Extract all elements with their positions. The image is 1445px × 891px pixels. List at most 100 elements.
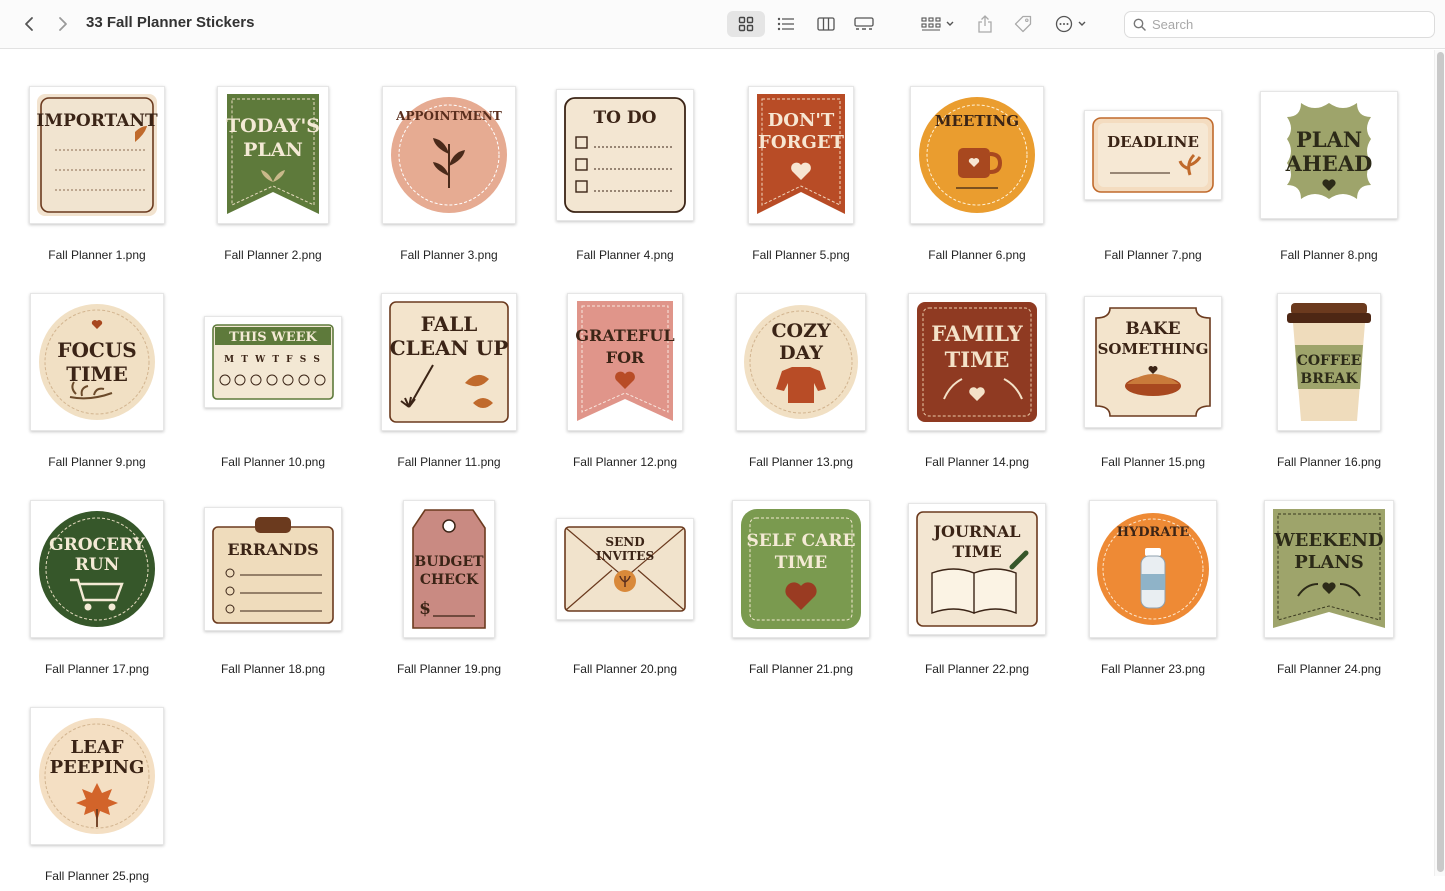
back-button[interactable] xyxy=(16,11,42,37)
sticker-label: BUDGET xyxy=(414,554,484,570)
sticker-label: TIME xyxy=(775,553,827,573)
file-item[interactable]: GROCERY RUN Fall Planner 17.png xyxy=(9,484,185,684)
file-name: Fall Planner 16.png xyxy=(1276,455,1382,469)
file-item[interactable]: IMPORTANT Fall Planner 1.png xyxy=(9,70,185,270)
sticker-label: HYDRATE xyxy=(1117,525,1190,540)
column-view-button[interactable] xyxy=(810,11,842,37)
file-item[interactable]: BUDGET CHECK $ Fall Planner 19.png xyxy=(361,484,537,684)
tags-button[interactable] xyxy=(1008,11,1038,37)
file-name: Fall Planner 2.png xyxy=(224,248,322,262)
file-name: Fall Planner 6.png xyxy=(928,248,1026,262)
sticker-label: FOCUS xyxy=(57,338,136,362)
sticker-label: PLAN xyxy=(1296,127,1362,152)
sticker-label: BREAK xyxy=(1300,371,1358,387)
file-thumbnail: COZY DAY xyxy=(736,293,866,431)
tag-icon xyxy=(1014,15,1032,33)
sticker-label: DAY xyxy=(779,342,823,364)
file-thumbnail: COFFEE BREAK xyxy=(1277,293,1381,431)
file-item[interactable]: TO DO Fall Planner 4.png xyxy=(537,70,713,270)
file-thumbnail: ERRANDS xyxy=(204,507,342,631)
window-title: 33 Fall Planner Stickers xyxy=(86,14,255,31)
sticker-label: PLANS xyxy=(1294,552,1364,573)
file-item[interactable]: BAKE SOMETHING Fall Planner 15.png xyxy=(1065,277,1241,477)
chevron-left-icon xyxy=(25,17,33,31)
share-icon xyxy=(978,15,992,33)
file-item[interactable]: COFFEE BREAK Fall Planner 16.png xyxy=(1241,277,1417,477)
file-name: Fall Planner 24.png xyxy=(1276,662,1382,676)
file-item[interactable]: LEAF PEEPING Fall Planner 25.png xyxy=(9,691,185,891)
more-actions-button[interactable] xyxy=(1050,11,1092,37)
file-item[interactable]: SELF CARE TIME Fall Planner 21.png xyxy=(713,484,889,684)
file-name: Fall Planner 25.png xyxy=(44,869,150,883)
columns-icon xyxy=(817,17,835,31)
file-name: Fall Planner 10.png xyxy=(220,455,326,469)
sticker-label: TO DO xyxy=(594,108,657,128)
search-field[interactable] xyxy=(1124,11,1435,38)
file-item[interactable]: SEND INVITES Fall Planner 20.png xyxy=(537,484,713,684)
file-name: Fall Planner 14.png xyxy=(924,455,1030,469)
file-item[interactable]: DON'T FORGET Fall Planner 5.png xyxy=(713,70,889,270)
file-item[interactable]: JOURNAL TIME Fall Planner 22.png xyxy=(889,484,1065,684)
sticker-label: SELF CARE xyxy=(747,531,856,551)
file-item[interactable]: FOCUS TIME Fall Planner 9.png xyxy=(9,277,185,477)
file-name: Fall Planner 9.png xyxy=(48,455,146,469)
group-grid-icon xyxy=(921,17,941,31)
scrollbar-thumb[interactable] xyxy=(1437,52,1444,872)
sticker-label: APPOINTMENT xyxy=(395,109,502,123)
file-name: Fall Planner 21.png xyxy=(748,662,854,676)
file-thumbnail: TO DO xyxy=(556,89,694,221)
file-item[interactable]: HYDRATE Fall Planner 23.png xyxy=(1065,484,1241,684)
file-item[interactable]: DEADLINE Fall Planner 7.png xyxy=(1065,70,1241,270)
sticker-label: TODAY'S xyxy=(226,115,320,137)
sticker-label: TIME xyxy=(945,347,1010,372)
file-name: Fall Planner 22.png xyxy=(924,662,1030,676)
file-thumbnail: DON'T FORGET xyxy=(748,86,854,224)
file-item[interactable]: ERRANDS Fall Planner 18.png xyxy=(185,484,361,684)
group-by-button[interactable] xyxy=(915,11,961,37)
file-name: Fall Planner 8.png xyxy=(1280,248,1378,262)
file-item[interactable]: PLAN AHEAD Fall Planner 8.png xyxy=(1241,70,1417,270)
ellipsis-circle-icon xyxy=(1055,15,1073,33)
sticker-label: JOURNAL xyxy=(931,522,1020,541)
sticker-label: FOR xyxy=(606,348,645,367)
file-item[interactable]: COZY DAY Fall Planner 13.png xyxy=(713,277,889,477)
share-button[interactable] xyxy=(970,11,1000,37)
file-name: Fall Planner 1.png xyxy=(48,248,146,262)
file-name: Fall Planner 13.png xyxy=(748,455,854,469)
sticker-label: CHECK xyxy=(420,572,479,588)
sticker-label: $ xyxy=(419,599,431,619)
file-item[interactable]: WEEKEND PLANS Fall Planner 24.png xyxy=(1241,484,1417,684)
finder-toolbar: 33 Fall Planner Stickers xyxy=(0,0,1445,49)
sticker-label: PEEPING xyxy=(50,757,145,778)
search-input[interactable] xyxy=(1152,17,1422,32)
file-thumbnail: APPOINTMENT xyxy=(382,86,516,224)
sticker-label: DEADLINE xyxy=(1107,133,1199,151)
file-item[interactable]: TODAY'S PLAN Fall Planner 2.png xyxy=(185,70,361,270)
forward-button[interactable] xyxy=(50,11,76,37)
file-name: Fall Planner 5.png xyxy=(752,248,850,262)
icon-view-button[interactable] xyxy=(727,11,765,37)
file-thumbnail: MEETING xyxy=(910,86,1044,224)
gallery-view-button[interactable] xyxy=(848,11,880,37)
sticker-label: COZY xyxy=(771,320,831,342)
sticker-label: THIS WEEK xyxy=(229,330,317,345)
file-thumbnail: BAKE SOMETHING xyxy=(1084,296,1222,428)
sticker-label: DON'T xyxy=(768,110,835,131)
file-thumbnail: BUDGET CHECK $ xyxy=(403,500,495,638)
file-item[interactable]: GRATEFUL FOR Fall Planner 12.png xyxy=(537,277,713,477)
list-view-button[interactable] xyxy=(770,11,802,37)
file-item[interactable]: THIS WEEK M T W T F S S Fall Planner 10.… xyxy=(185,277,361,477)
sticker-label: IMPORTANT xyxy=(36,111,158,131)
list-icon xyxy=(777,17,794,31)
vertical-scrollbar[interactable] xyxy=(1434,50,1445,876)
file-item[interactable]: FAMILY TIME Fall Planner 14.png xyxy=(889,277,1065,477)
file-item[interactable]: FALL CLEAN UP Fall Planner 11.png xyxy=(361,277,537,477)
file-item[interactable]: APPOINTMENT Fall Planner 3.png xyxy=(361,70,537,270)
sticker-label: CLEAN UP xyxy=(390,336,508,360)
file-item[interactable]: MEETING Fall Planner 6.png xyxy=(889,70,1065,270)
sticker-label: RUN xyxy=(75,555,120,575)
file-name: Fall Planner 4.png xyxy=(576,248,674,262)
sticker-label: FALL xyxy=(421,312,478,336)
grid-icon xyxy=(738,16,754,32)
file-thumbnail: SEND INVITES xyxy=(556,518,694,620)
